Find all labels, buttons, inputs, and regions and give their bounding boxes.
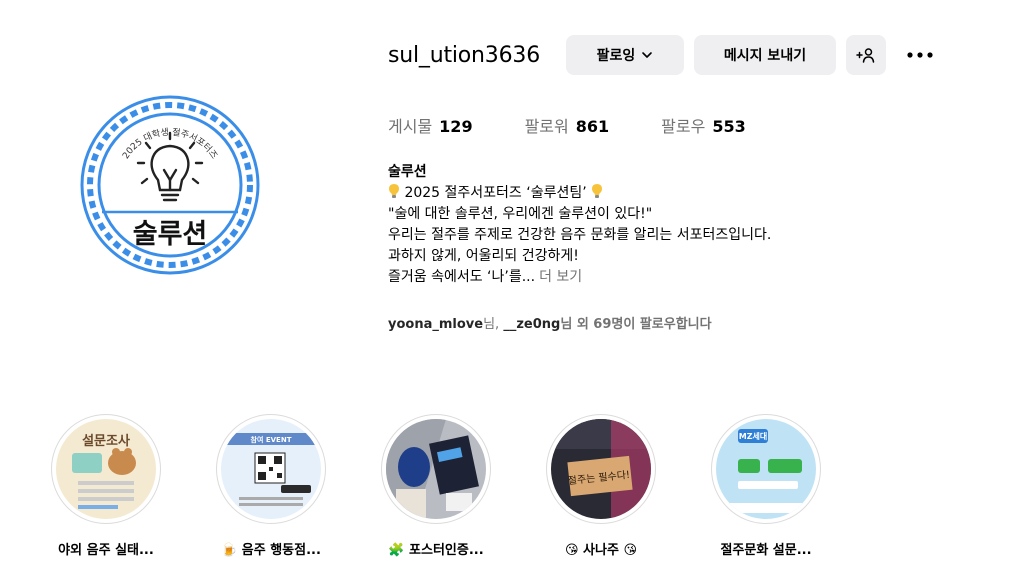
more-horizontal-icon <box>907 52 933 58</box>
stat-posts-label: 게시물 <box>388 117 433 136</box>
followed-by-user-2[interactable]: __ze0ng <box>503 317 560 332</box>
send-message-label: 메시지 보내기 <box>723 48 807 64</box>
highlight-item[interactable]: 절주는 필수다! 😘 사나주 😘 <box>545 414 657 558</box>
stat-followers-label: 팔로워 <box>524 117 569 136</box>
followed-by-suffix-1: 님, <box>483 317 504 332</box>
highlight-cover[interactable]: 절주는 필수다! <box>546 414 656 524</box>
profile-stats: 게시물 129 팔로워 861 팔로우 553 <box>388 113 798 137</box>
bio-more-link[interactable]: 더 보기 <box>539 269 582 285</box>
chevron-down-icon <box>642 52 653 58</box>
highlight-cover[interactable]: 참여 EVENT <box>216 414 326 524</box>
highlight-2-image-text: 참여 EVENT <box>251 435 292 444</box>
highlight-item[interactable]: 🧩 포스터인증... <box>380 414 492 558</box>
highlight-thumbnail <box>386 419 486 519</box>
stat-followers-value: 861 <box>575 117 610 136</box>
profile-bio: 술루션 2025 절주서포터즈 ‘술루션팀’ "술에 대한 솔루션, 우리에겐 … <box>388 162 771 288</box>
stat-following[interactable]: 팔로우 553 <box>661 113 746 137</box>
story-highlights: 설문조사 야외 음주 실태... 참여 EVENT 🍺 음주 행동점... 🧩 … <box>50 414 875 558</box>
followed-by[interactable]: yoona_mlove님, __ze0ng님 외 69명이 팔로우합니다 <box>388 313 712 332</box>
bio-line-5: 즐거움 속에서도 ‘나’를... 더 보기 <box>388 267 771 288</box>
lightbulb-emoji-icon <box>389 184 399 198</box>
highlight-item[interactable]: MZ세대 절주문화 설문... <box>710 414 822 558</box>
stat-posts: 게시물 129 <box>388 113 473 137</box>
followed-by-user-1[interactable]: yoona_mlove <box>388 317 483 332</box>
highlight-1-image-text: 설문조사 <box>82 433 130 449</box>
avatar-name-text: 술루션 <box>133 219 208 250</box>
highlight-label: 야외 음주 실태... <box>58 543 154 558</box>
highlight-label: 절주문화 설문... <box>720 543 812 558</box>
more-options-button[interactable] <box>900 35 940 75</box>
add-user-icon <box>856 48 875 63</box>
bio-line-2: "술에 대한 솔루션, 우리에겐 술루션이 있다!" <box>388 206 653 222</box>
highlight-cover[interactable]: 설문조사 <box>51 414 161 524</box>
highlight-label: 🧩 포스터인증... <box>388 543 484 558</box>
highlight-thumbnail: 참여 EVENT <box>221 419 321 519</box>
stat-following-label: 팔로우 <box>661 117 706 136</box>
stat-following-value: 553 <box>712 117 746 136</box>
highlight-item[interactable]: 참여 EVENT 🍺 음주 행동점... <box>215 414 327 558</box>
bio-display-name: 술루션 <box>388 164 427 180</box>
highlight-cover[interactable] <box>381 414 491 524</box>
profile-avatar[interactable]: 2025 대학생 절주서포터즈 술루션 <box>80 95 260 275</box>
following-button-label: 팔로잉 <box>596 48 636 64</box>
bio-line-3: 우리는 절주를 주제로 건강한 음주 문화를 알리는 서포터즈입니다. <box>388 227 772 243</box>
lightbulb-emoji-icon <box>592 184 603 198</box>
bio-line-5-text: 즐거움 속에서도 ‘나’를... <box>388 269 536 285</box>
bio-line-1-text: 2025 절주서포터즈 ‘술루션팀’ <box>404 185 587 201</box>
suggest-users-button[interactable] <box>846 35 886 75</box>
bio-line-4: 과하지 않게, 어울리되 건강하게! <box>388 248 579 264</box>
highlight-thumbnail: MZ세대 <box>716 419 816 519</box>
highlight-thumbnail: 설문조사 <box>56 419 156 519</box>
bio-line-1: 2025 절주서포터즈 ‘술루션팀’ <box>388 183 771 204</box>
following-button[interactable]: 팔로잉 <box>566 35 684 75</box>
highlight-item[interactable]: 설문조사 야외 음주 실태... <box>50 414 162 558</box>
profile-header: sul_ution3636 팔로잉 메시지 보내기 <box>388 35 940 75</box>
highlight-label: 😘 사나주 😘 <box>564 543 638 558</box>
stat-followers[interactable]: 팔로워 861 <box>525 113 610 137</box>
send-message-button[interactable]: 메시지 보내기 <box>694 35 836 75</box>
highlight-label: 🍺 음주 행동점... <box>221 543 321 558</box>
stat-posts-value: 129 <box>439 117 473 136</box>
highlight-thumbnail: 절주는 필수다! <box>551 419 651 519</box>
highlight-cover[interactable]: MZ세대 <box>711 414 821 524</box>
username: sul_ution3636 <box>388 42 540 68</box>
highlight-5-image-text: MZ세대 <box>739 431 767 441</box>
followed-by-suffix-2: 님 외 69명이 팔로우합니다 <box>560 317 712 332</box>
